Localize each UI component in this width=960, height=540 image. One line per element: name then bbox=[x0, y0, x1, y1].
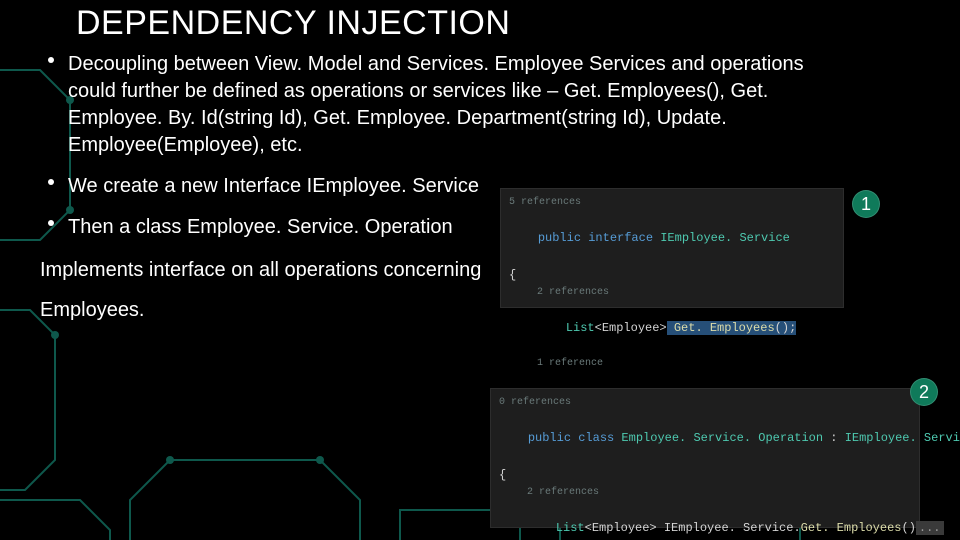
code-type: Employee. Service. Operation bbox=[614, 431, 823, 445]
bullet-text: We create a new Interface IEmployee. Ser… bbox=[68, 173, 548, 200]
code-generic: <Employee> bbox=[585, 521, 657, 535]
bullet-dot-icon bbox=[48, 220, 54, 226]
codelens-refs: 2 references bbox=[509, 285, 835, 301]
codelens-refs: 2 references bbox=[499, 485, 911, 501]
code-snippet-interface: 5 references public interface IEmployee.… bbox=[500, 188, 844, 308]
code-punct: : bbox=[823, 431, 845, 445]
code-fold-icon: ... bbox=[916, 521, 944, 535]
bullet-item: Decoupling between View. Model and Servi… bbox=[34, 51, 920, 159]
code-type: List bbox=[556, 521, 585, 535]
code-generic: <Employee> bbox=[595, 321, 667, 335]
annotation-badge-1: 1 bbox=[852, 190, 880, 218]
code-brace: { bbox=[499, 466, 911, 485]
code-type: IEmployee. Service bbox=[653, 231, 790, 245]
bullet-dot-icon bbox=[48, 179, 54, 185]
code-method: Get. Employees bbox=[801, 521, 902, 535]
code-method: Get. Employees bbox=[667, 321, 775, 335]
code-punct: () bbox=[902, 521, 916, 535]
code-punct: (); bbox=[775, 321, 797, 335]
page-title: DEPENDENCY INJECTION bbox=[76, 4, 920, 43]
code-qual: IEmployee. Service. bbox=[657, 521, 801, 535]
bullet-dot-icon bbox=[48, 57, 54, 63]
code-snippet-class: 0 references public class Employee. Serv… bbox=[490, 388, 920, 528]
code-type: List bbox=[566, 321, 595, 335]
codelens-refs: 1 reference bbox=[509, 356, 835, 372]
code-brace: { bbox=[509, 266, 835, 285]
code-keyword: public interface bbox=[538, 231, 653, 245]
code-type: IEmployee. Service bbox=[845, 431, 960, 445]
annotation-badge-2: 2 bbox=[910, 378, 938, 406]
codelens-refs: 0 references bbox=[499, 395, 911, 411]
bullet-text: Decoupling between View. Model and Servi… bbox=[68, 51, 828, 159]
bullet-text: Then a class Employee. Service. Operatio… bbox=[68, 214, 548, 241]
code-keyword: public class bbox=[528, 431, 614, 445]
codelens-refs: 5 references bbox=[509, 195, 835, 211]
